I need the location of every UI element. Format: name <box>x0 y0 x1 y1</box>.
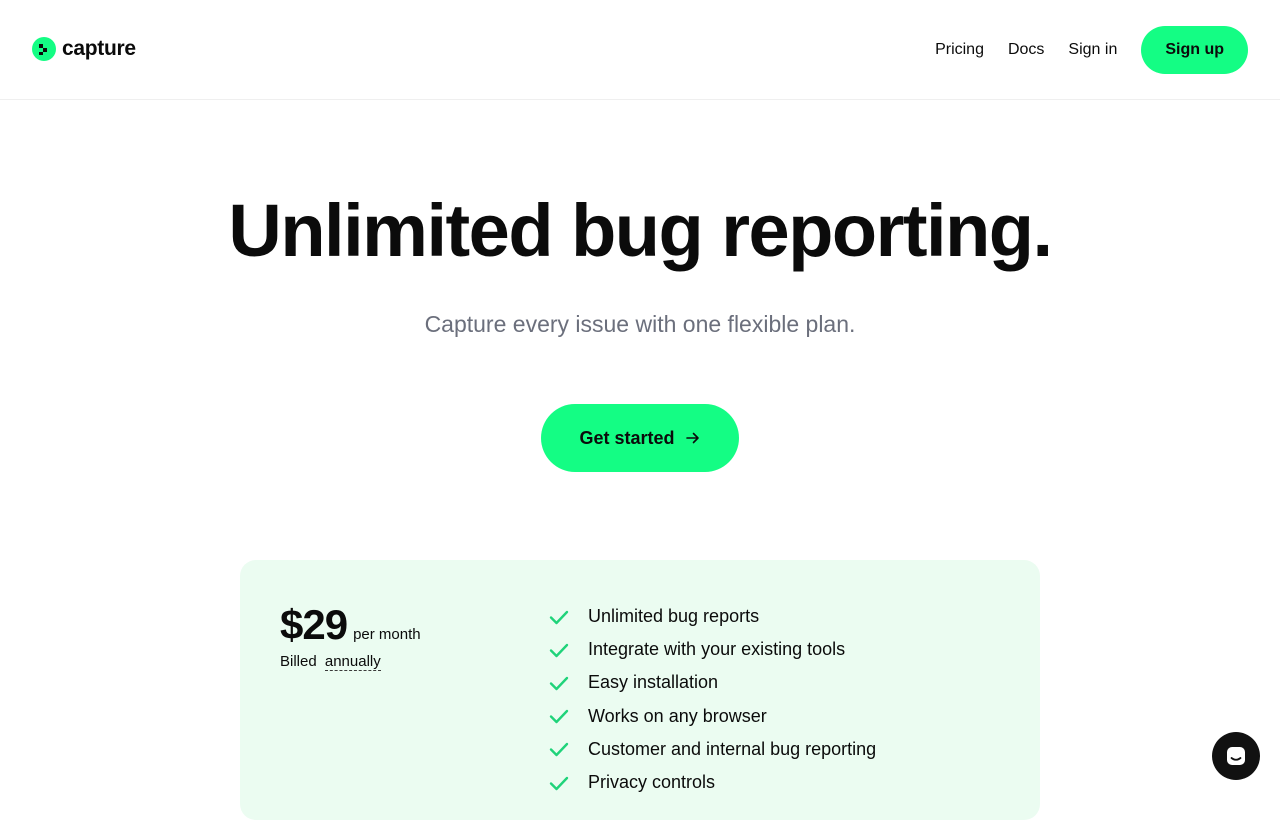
feature-label: Privacy controls <box>588 772 716 793</box>
check-icon <box>549 776 569 790</box>
feature-item: Privacy controls <box>548 766 876 799</box>
nav-sign-in-link[interactable]: Sign in <box>1068 41 1117 59</box>
price-row: $29 per month <box>280 600 421 650</box>
feature-item: Unlimited bug reports <box>548 600 876 633</box>
arrow-right-icon <box>685 432 699 444</box>
feature-list: Unlimited bug reports Integrate with you… <box>548 600 876 799</box>
site-header: capture Pricing Docs Sign in Sign up <box>0 0 1280 100</box>
main-nav: Pricing Docs Sign in Sign up <box>935 26 1248 74</box>
feature-label: Unlimited bug reports <box>588 606 760 627</box>
check-icon <box>549 643 569 657</box>
nav-docs-link[interactable]: Docs <box>1008 41 1044 59</box>
billing-period-toggle[interactable]: annually <box>324 653 381 671</box>
hero-subtitle: Capture every issue with one flexible pl… <box>424 311 856 337</box>
nav-pricing-link[interactable]: Pricing <box>935 41 984 59</box>
check-icon <box>549 743 569 757</box>
billing-cycle: Billed annually <box>280 653 381 671</box>
price-amount: $29 <box>280 601 348 648</box>
feature-item: Works on any browser <box>548 700 876 733</box>
chat-launcher-button[interactable] <box>1212 732 1260 780</box>
feature-label: Works on any browser <box>588 705 767 726</box>
capture-logo-icon <box>32 37 56 61</box>
check-icon <box>549 709 569 724</box>
feature-item: Easy installation <box>548 666 876 699</box>
check-icon <box>549 676 569 691</box>
feature-item: Integrate with your existing tools <box>548 633 876 666</box>
feature-label: Integrate with your existing tools <box>588 639 846 660</box>
get-started-label: Get started <box>579 427 675 448</box>
feature-label: Customer and internal bug reporting <box>588 738 877 759</box>
pricing-card: $29 per month Billed annually Unlimited … <box>240 560 1040 820</box>
price-period: per month <box>353 626 421 643</box>
feature-label: Easy installation <box>588 672 719 693</box>
logo-text: capture <box>62 37 136 60</box>
chat-icon <box>1227 747 1245 765</box>
check-icon <box>549 610 569 624</box>
logo-link[interactable]: capture <box>32 36 136 62</box>
sign-up-button[interactable]: Sign up <box>1141 26 1248 74</box>
billed-prefix: Billed <box>280 653 317 670</box>
get-started-button[interactable]: Get started <box>541 404 739 472</box>
hero-title: Unlimited bug reporting. <box>228 189 1053 272</box>
feature-item: Customer and internal bug reporting <box>548 733 876 766</box>
